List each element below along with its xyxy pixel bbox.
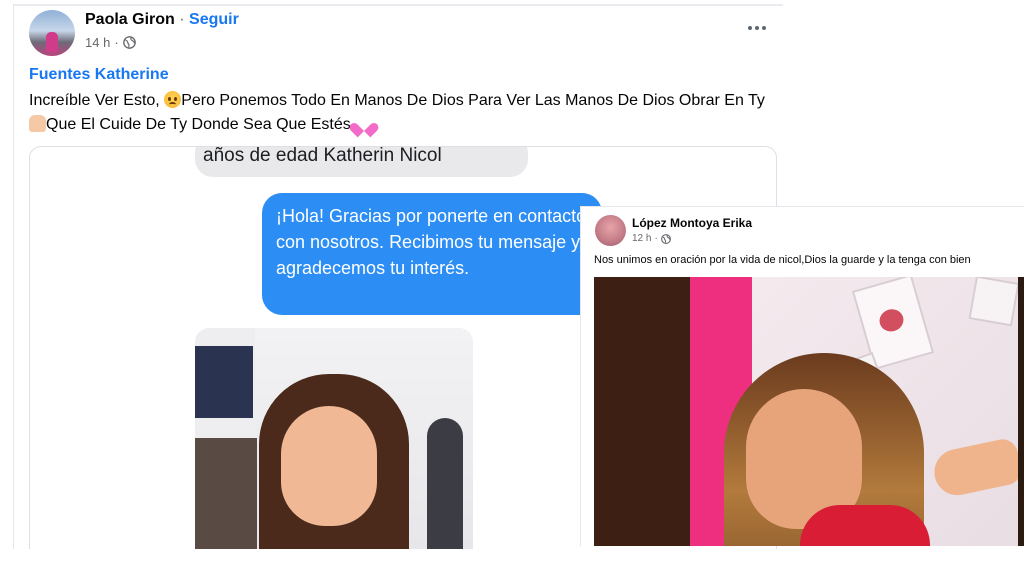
- meta-separator: ·: [114, 35, 119, 50]
- header-separator: ·: [179, 11, 185, 28]
- overlay-post-text: Nos unimos en oración por la vida de nic…: [594, 254, 971, 266]
- overlay-meta-separator: ·: [654, 233, 658, 244]
- chat-bubble-sent: ¡Hola! Gracias por ponerte en contacto c…: [262, 193, 602, 315]
- top-divider: [14, 4, 783, 6]
- photo-furniture: [195, 438, 257, 549]
- post-text-part1: Increíble Ver Esto,: [29, 92, 165, 109]
- globe-icon: [660, 233, 671, 244]
- chat-bubble-received: años de edad Katherin Nicol: [195, 146, 528, 177]
- chat-photo: [195, 328, 473, 549]
- more-dot: [755, 26, 759, 30]
- avatar-figure: [46, 32, 58, 52]
- overlay-author-avatar[interactable]: [595, 215, 626, 246]
- overlay-post-meta: 12 h ·: [632, 233, 671, 244]
- post-header-line: Paola Giron · Seguir: [85, 11, 239, 29]
- screenshot-root: Paola Giron · Seguir 14 h · Fuentes Kath…: [0, 0, 1024, 576]
- globe-icon: [122, 36, 136, 49]
- more-dot: [748, 26, 752, 30]
- post-time[interactable]: 14 h: [85, 35, 110, 50]
- overlay-post-time[interactable]: 12 h: [632, 233, 651, 244]
- chat-bubble-received-text: años de edad Katherin Nicol: [203, 146, 442, 166]
- pink-heart-emoji: [355, 116, 373, 132]
- photo-edge: [1018, 277, 1024, 546]
- overlay-author-name[interactable]: López Montoya Erika: [632, 216, 752, 230]
- photo-wall-frame: [968, 277, 1020, 327]
- post-meta: 14 h ·: [85, 35, 136, 50]
- photo-red-top: [800, 505, 930, 546]
- author-avatar[interactable]: [29, 10, 75, 56]
- photo-background-person: [427, 418, 463, 549]
- post-text-part3: Que El Cuide De Ty Donde Sea Que Estés: [46, 116, 356, 133]
- overlay-post-photo[interactable]: [594, 277, 1024, 546]
- overlay-post: López Montoya Erika 12 h · Nos unimos en…: [580, 206, 1024, 546]
- follow-button[interactable]: Seguir: [189, 11, 239, 28]
- author-name[interactable]: Paola Giron: [85, 11, 175, 28]
- post-text-part2: Pero Ponemos Todo En Manos De Dios Para …: [181, 92, 765, 109]
- praying-hands-emoji: [29, 115, 46, 132]
- photo-dark-door: [594, 277, 690, 546]
- tagged-profile-link[interactable]: Fuentes Katherine: [29, 66, 169, 84]
- more-dot: [762, 26, 766, 30]
- photo-face: [281, 406, 377, 526]
- sad-face-emoji: [164, 91, 182, 108]
- more-options-icon[interactable]: [744, 18, 770, 38]
- photo-tv: [195, 346, 253, 418]
- frame-art: [876, 306, 907, 335]
- post-text: Increíble Ver Esto, Pero Ponemos Todo En…: [29, 89, 774, 137]
